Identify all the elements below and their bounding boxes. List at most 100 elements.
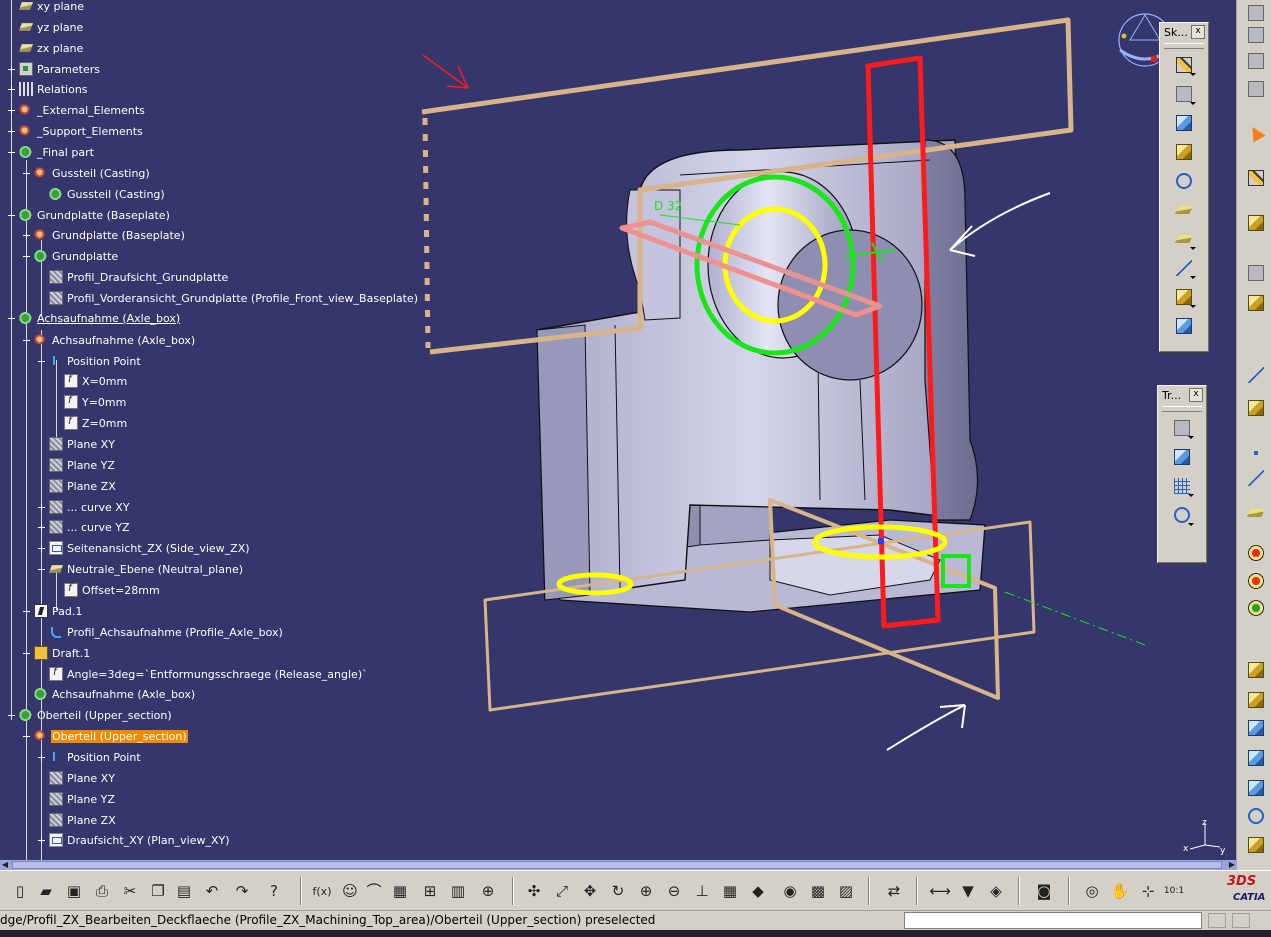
tree-node-label[interactable]: Achsaufnahme (Axle_box) [51, 688, 196, 701]
collapse-minus-icon[interactable] [6, 210, 16, 220]
collapse-minus-icon[interactable] [21, 335, 31, 345]
capture-button[interactable]: ◙ [1032, 879, 1056, 903]
tree-node[interactable]: xy plane [6, 0, 85, 16]
sketcher-toolbar[interactable]: Sk... x [1159, 22, 1209, 352]
sketch-button[interactable] [1245, 167, 1267, 189]
zoom-in-button[interactable]: ⊕ [634, 879, 658, 903]
disk-button[interactable] [1245, 50, 1267, 72]
slot-tool-button[interactable] [1170, 225, 1198, 253]
tree-node[interactable]: Grundplatte (Baseplate) [21, 225, 186, 245]
paste-button[interactable]: ▤ [172, 879, 196, 903]
tree-node[interactable]: Grundplatte (Baseplate) [6, 205, 171, 225]
status-button-settings[interactable] [1232, 913, 1250, 928]
solid-button[interactable] [1245, 689, 1267, 711]
collapse-minus-icon[interactable] [6, 710, 16, 720]
tree-node-label[interactable]: Grundplatte [51, 250, 119, 263]
transform-toolbar[interactable]: Tr... x [1157, 385, 1207, 563]
formula-button[interactable]: f(x) [310, 879, 334, 903]
collapse-minus-icon[interactable] [21, 731, 31, 741]
save-button[interactable]: ▣ [62, 879, 86, 903]
tree-node[interactable]: Profil_Draufsicht_Grundplatte [36, 267, 229, 287]
macro-button[interactable]: ⌒ [362, 879, 386, 903]
tree-node[interactable]: Oberteil (Upper_section) [6, 705, 173, 725]
tree-node-label[interactable]: Relations [36, 83, 89, 96]
plane-tool-button[interactable] [1245, 262, 1267, 284]
tree-node[interactable]: Offset=28mm [51, 580, 161, 600]
collapse-minus-icon[interactable] [21, 606, 31, 616]
hide-show-button[interactable]: ▩ [806, 879, 830, 903]
3d-viewport[interactable]: D 32 z x y xy plane yz plane zx plane Param… [0, 0, 1237, 860]
right-workbench-toolbar[interactable] [1236, 0, 1271, 870]
open-folder-button[interactable]: ▰ [34, 879, 58, 903]
tree-node-label[interactable]: Profil_Achsaufnahme (Profile_Axle_box) [66, 626, 284, 639]
tree-node-label[interactable]: _Support_Elements [36, 125, 144, 138]
stiffener-tool-button[interactable] [1170, 254, 1198, 282]
tree-node[interactable]: Neutrale_Ebene (Neutral_plane) [36, 559, 244, 579]
tree-node-label[interactable]: ... curve YZ [66, 521, 131, 534]
toolbar-grip[interactable] [1164, 43, 1204, 49]
tree-node-label[interactable]: _External_Elements [36, 104, 146, 117]
annotation-button[interactable] [1245, 332, 1267, 354]
tree-node[interactable]: Plane ZX [36, 476, 117, 496]
tree-node-label[interactable]: Grundplatte (Baseplate) [36, 209, 171, 222]
translation-tool-button[interactable] [1168, 414, 1196, 442]
rotate-button[interactable]: ↻ [606, 879, 630, 903]
measure-button[interactable]: ⟷ [928, 879, 952, 903]
expand-plus-icon[interactable] [36, 522, 46, 532]
select-arrow-button[interactable] [1245, 122, 1267, 144]
tree-node-label[interactable]: Profil_Vorderansicht_Grundplatte (Profil… [66, 292, 419, 305]
tree-node-label[interactable]: Profil_Draufsicht_Grundplatte [66, 271, 229, 284]
groove-tool-button[interactable] [1170, 138, 1198, 166]
tree-node-label[interactable]: Gussteil (Casting) [66, 188, 166, 201]
tree-node-label[interactable]: Draufsicht_XY (Plan_view_XY) [66, 834, 231, 847]
tree-node-label[interactable]: Position Point [66, 751, 142, 764]
pocket-tool-button[interactable] [1170, 80, 1198, 108]
pad-tool-button[interactable] [1170, 51, 1198, 79]
catalog-button[interactable]: ◈ [984, 879, 1008, 903]
tree-node[interactable]: Gussteil (Casting) [21, 163, 151, 183]
expand-plus-icon[interactable] [21, 230, 31, 240]
swap-visible-button[interactable]: ▨ [834, 879, 858, 903]
tree-node[interactable]: Position Point [36, 351, 142, 371]
mirror-tool-button[interactable] [1168, 443, 1196, 471]
line-button[interactable] [1245, 467, 1267, 489]
tree-node[interactable]: Angle=3deg=`Entformungsschraege (Release… [36, 664, 369, 684]
tree-node[interactable]: Pad.1 [21, 601, 83, 621]
hierarchy-button[interactable]: ⊞ [418, 879, 442, 903]
collapse-minus-icon[interactable] [21, 251, 31, 261]
tree-node-label[interactable]: Plane XY [66, 772, 116, 785]
expand-plus-icon[interactable] [6, 105, 16, 115]
redo-button[interactable]: ↷ [230, 879, 254, 903]
tree-node[interactable]: Achsaufnahme (Axle_box) [21, 684, 196, 704]
analysis-button[interactable] [1245, 597, 1267, 619]
tree-node[interactable]: Achsaufnahme (Axle_box) [21, 330, 196, 350]
plane-button[interactable] [1245, 502, 1267, 524]
shading-button[interactable]: ◉ [778, 879, 802, 903]
constraint-button[interactable] [1245, 397, 1267, 419]
tree-node[interactable]: _Final part [6, 142, 95, 162]
tree-node-label[interactable]: Oberteil (Upper_section) [51, 729, 188, 743]
close-icon[interactable]: x [1189, 388, 1203, 402]
expand-plus-icon[interactable] [36, 835, 46, 845]
shaft-tool-button[interactable] [1170, 109, 1198, 137]
apply-material-button[interactable]: ▼ [956, 879, 980, 903]
new-document-button[interactable]: ▯ [8, 879, 32, 903]
axis-tool-button[interactable] [1245, 292, 1267, 314]
tree-node[interactable]: _External_Elements [6, 100, 146, 120]
tree-node-label[interactable]: Angle=3deg=`Entformungsschraege (Release… [66, 668, 369, 681]
collapse-minus-icon[interactable] [36, 356, 46, 366]
solid-button[interactable] [1245, 747, 1267, 769]
tree-node[interactable]: yz plane [6, 17, 84, 37]
iso-view-button[interactable]: ◆ [746, 879, 770, 903]
collapse-minus-icon[interactable] [6, 313, 16, 323]
solid-button[interactable] [1245, 777, 1267, 799]
tree-horizontal-scrollbar[interactable]: ◀ ▶ [0, 860, 1237, 870]
tree-node-label[interactable]: _Final part [36, 146, 95, 159]
solid-button[interactable] [1245, 717, 1267, 739]
tree-node[interactable]: ... curve YZ [36, 517, 131, 537]
multi-view-button[interactable]: ▦ [718, 879, 742, 903]
axis-button[interactable]: ⊹ [1136, 879, 1160, 903]
tree-node[interactable]: Parameters [6, 59, 101, 79]
render-button[interactable]: ◎ [1080, 879, 1104, 903]
tree-node-label[interactable]: ... curve XY [66, 501, 131, 514]
